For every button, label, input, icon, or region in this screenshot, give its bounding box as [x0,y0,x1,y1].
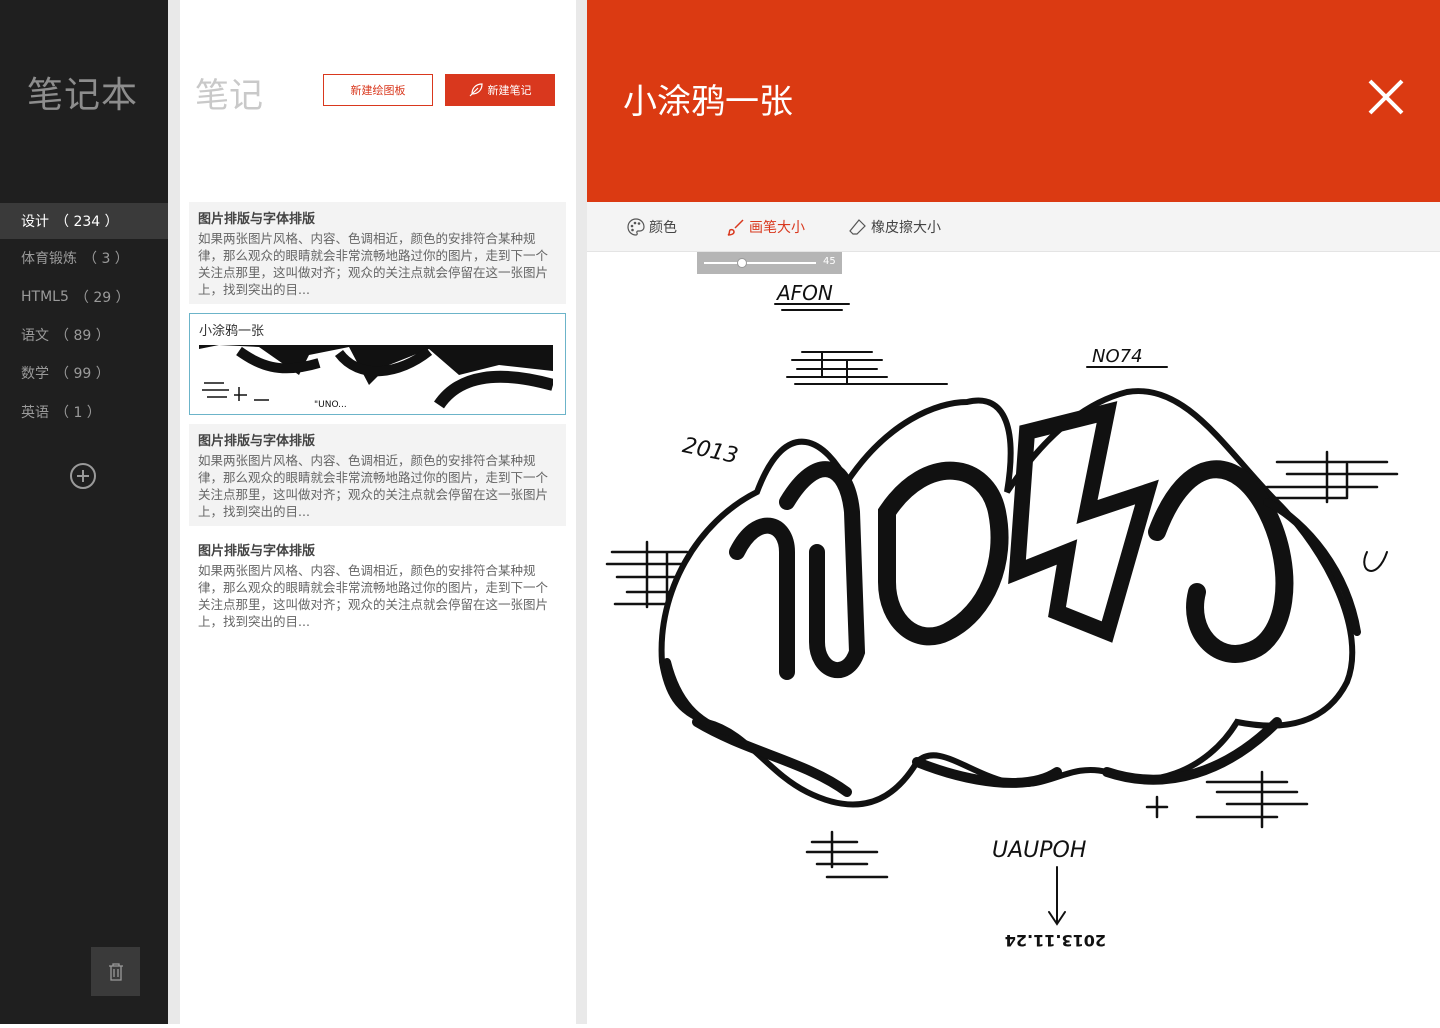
svg-text:UAUPOH: UAUPOH [992,838,1086,863]
svg-text:NO74: NO74 [1092,346,1143,367]
slider-handle[interactable] [737,258,747,268]
close-button[interactable] [1367,78,1405,116]
notes-title: 笔记 [195,76,263,116]
notes-panel: 笔记 新建绘图板 新建笔记 图片排版与字体排版 如果两张图片风格、内容、色调相近… [180,0,576,1024]
category-label: 数学 [21,366,49,382]
brush-icon [727,219,744,236]
slider-value: 45 [823,256,836,267]
note-title: 图片排版与字体排版 [198,212,316,227]
svg-text:2013.11.24: 2013.11.24 [1005,931,1106,950]
category-count: （ 234 ） [55,214,119,230]
brush-size-tool[interactable]: 画笔大小 [727,217,805,237]
sidebar: 笔记本 设计 （ 234 ） 体育锻炼 （ 3 ） HTML5 （ 29 ） 语… [0,0,168,1024]
note-item[interactable]: 图片排版与字体排版 如果两张图片风格、内容、色调相近，颜色的安排符合某种规律，那… [189,202,566,304]
category-item-math[interactable]: 数学 （ 99 ） [0,353,168,393]
category-item-html5[interactable]: HTML5 （ 29 ） [0,277,168,317]
category-item-chinese[interactable]: 语文 （ 89 ） [0,317,168,353]
divider [168,0,180,1024]
graffiti-drawing: AFON NO74 2013 UAUPOH 2013.11.24 [605,281,1399,950]
divider [576,0,587,1024]
new-note-button[interactable]: 新建笔记 [445,74,555,106]
category-count: （ 89 ） [55,328,110,344]
editor-title: 小涂鸦一张 [623,82,793,122]
feather-icon [469,83,483,97]
editor-header: 小涂鸦一张 [587,0,1440,202]
category-item-english[interactable]: 英语 （ 1 ） [0,393,168,431]
note-item-selected[interactable]: 小涂鸦一张 "UNO... [189,313,566,415]
brush-size-slider[interactable]: 45 [697,252,842,274]
category-count: （ 3 ） [83,251,129,267]
eraser-size-tool[interactable]: 橡皮擦大小 [849,217,941,237]
add-notebook-button[interactable] [70,463,96,489]
category-count: （ 1 ） [55,405,101,421]
new-board-button[interactable]: 新建绘图板 [323,74,433,106]
slider-track [704,262,816,264]
note-title: 图片排版与字体排版 [198,434,316,449]
drawing-toolbar: 颜色 画笔大小 橡皮擦大小 [587,202,1440,252]
plus-circle-icon [77,470,89,482]
category-label: 语文 [21,328,49,344]
app-title: 笔记本 [27,75,139,116]
category-label: 英语 [21,405,49,421]
trash-icon [108,962,123,981]
color-tool-label: 颜色 [649,220,677,236]
svg-text:2013: 2013 [680,433,740,469]
new-note-label: 新建笔记 [487,84,532,97]
note-title: 小涂鸦一张 [199,324,265,339]
category-list: 设计 （ 234 ） 体育锻炼 （ 3 ） HTML5 （ 29 ） 语文 （ … [0,203,168,431]
color-tool[interactable]: 颜色 [627,217,677,237]
delete-button[interactable] [91,947,140,996]
note-item[interactable]: 图片排版与字体排版 如果两张图片风格、内容、色调相近，颜色的安排符合某种规律，那… [189,534,566,636]
category-count: （ 99 ） [55,366,110,382]
drawing-canvas[interactable]: AFON NO74 2013 UAUPOH 2013.11.24 [587,252,1440,1024]
category-item-sports[interactable]: 体育锻炼 （ 3 ） [0,239,168,277]
svg-text:"UNO...: "UNO... [314,400,347,409]
category-item-design[interactable]: 设计 （ 234 ） [0,203,168,239]
brush-size-label: 画笔大小 [749,220,805,236]
category-count: （ 29 ） [74,290,130,306]
note-excerpt: 如果两张图片风格、内容、色调相近，颜色的安排符合某种规律，那么观众的眼睛就会非常… [198,453,549,519]
eraser-size-label: 橡皮擦大小 [871,220,941,236]
category-label: 体育锻炼 [21,251,77,267]
svg-text:AFON: AFON [775,281,833,305]
editor-panel: 小涂鸦一张 颜色 画笔大小 橡皮擦大小 AFON NO74 2013 UAUPO… [587,0,1440,1024]
note-thumbnail: "UNO... [199,345,553,409]
note-title: 图片排版与字体排版 [198,544,316,559]
close-icon [1368,79,1404,115]
palette-icon [627,218,645,236]
category-label: 设计 [21,214,49,230]
note-excerpt: 如果两张图片风格、内容、色调相近，颜色的安排符合某种规律，那么观众的眼睛就会非常… [198,563,549,629]
note-excerpt: 如果两张图片风格、内容、色调相近，颜色的安排符合某种规律，那么观众的眼睛就会非常… [198,231,549,297]
category-label: HTML5 [21,289,69,305]
note-item[interactable]: 图片排版与字体排版 如果两张图片风格、内容、色调相近，颜色的安排符合某种规律，那… [189,424,566,526]
eraser-icon [849,219,866,235]
